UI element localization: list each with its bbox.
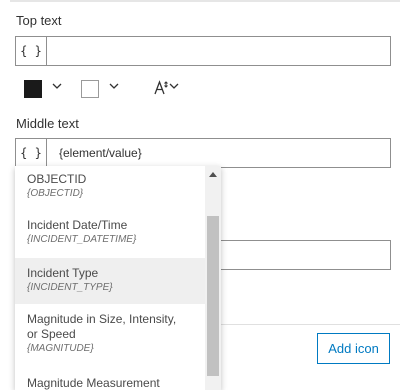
list-item[interactable]: OBJECTID {OBJECTID} [15,170,205,206]
scrollbar-thumb[interactable] [207,216,219,376]
list-item[interactable]: Magnitude Measurement [15,376,205,390]
top-text-field[interactable]: { } [15,36,391,66]
text-size-icon[interactable] [154,80,170,100]
add-icon-button[interactable]: Add icon [317,333,390,364]
chevron-down-icon[interactable] [169,81,179,91]
list-item-field: {INCIDENT_TYPE} [27,282,113,293]
list-item-field: {MAGNITUDE} [27,343,94,354]
chevron-down-icon[interactable] [52,81,62,91]
insert-expression-button[interactable]: { } [16,37,47,65]
list-item[interactable]: Incident Date/Time {INCIDENT_DATETIME} [15,214,205,258]
scroll-up-icon[interactable] [209,172,217,177]
list-item-title: Incident Type [27,266,99,280]
list-item-title: Magnitude Measurement [27,376,160,390]
scrollbar[interactable] [205,166,221,390]
text-style-toolbar [15,78,215,100]
list-item-field: {INCIDENT_DATETIME} [27,234,137,245]
list-item-title: Incident Date/Time [27,218,128,232]
list-item-title: OBJECTID [27,172,87,186]
list-item-title: or Speed [27,327,76,341]
top-divider [10,0,400,2]
middle-text-label: Middle text [16,116,79,131]
list-item[interactable]: Magnitude in Size, Intensity, or Speed {… [15,310,205,368]
middle-text-value: {element/value} [59,146,142,160]
field-picker-dropdown: OBJECTID {OBJECTID} Incident Date/Time {… [15,166,221,390]
list-item[interactable]: Incident Type {INCIDENT_TYPE} [15,258,205,304]
list-item-field: {OBJECTID} [27,188,84,199]
text-color-swatch[interactable] [24,80,42,98]
chevron-down-icon[interactable] [109,81,119,91]
top-text-label: Top text [16,13,62,28]
insert-expression-button[interactable]: { } [16,139,47,167]
middle-text-field[interactable]: { } {element/value} [15,138,391,168]
list-item-title: Magnitude in Size, Intensity, [27,312,177,326]
section-divider [221,324,400,325]
background-color-swatch[interactable] [81,80,99,98]
